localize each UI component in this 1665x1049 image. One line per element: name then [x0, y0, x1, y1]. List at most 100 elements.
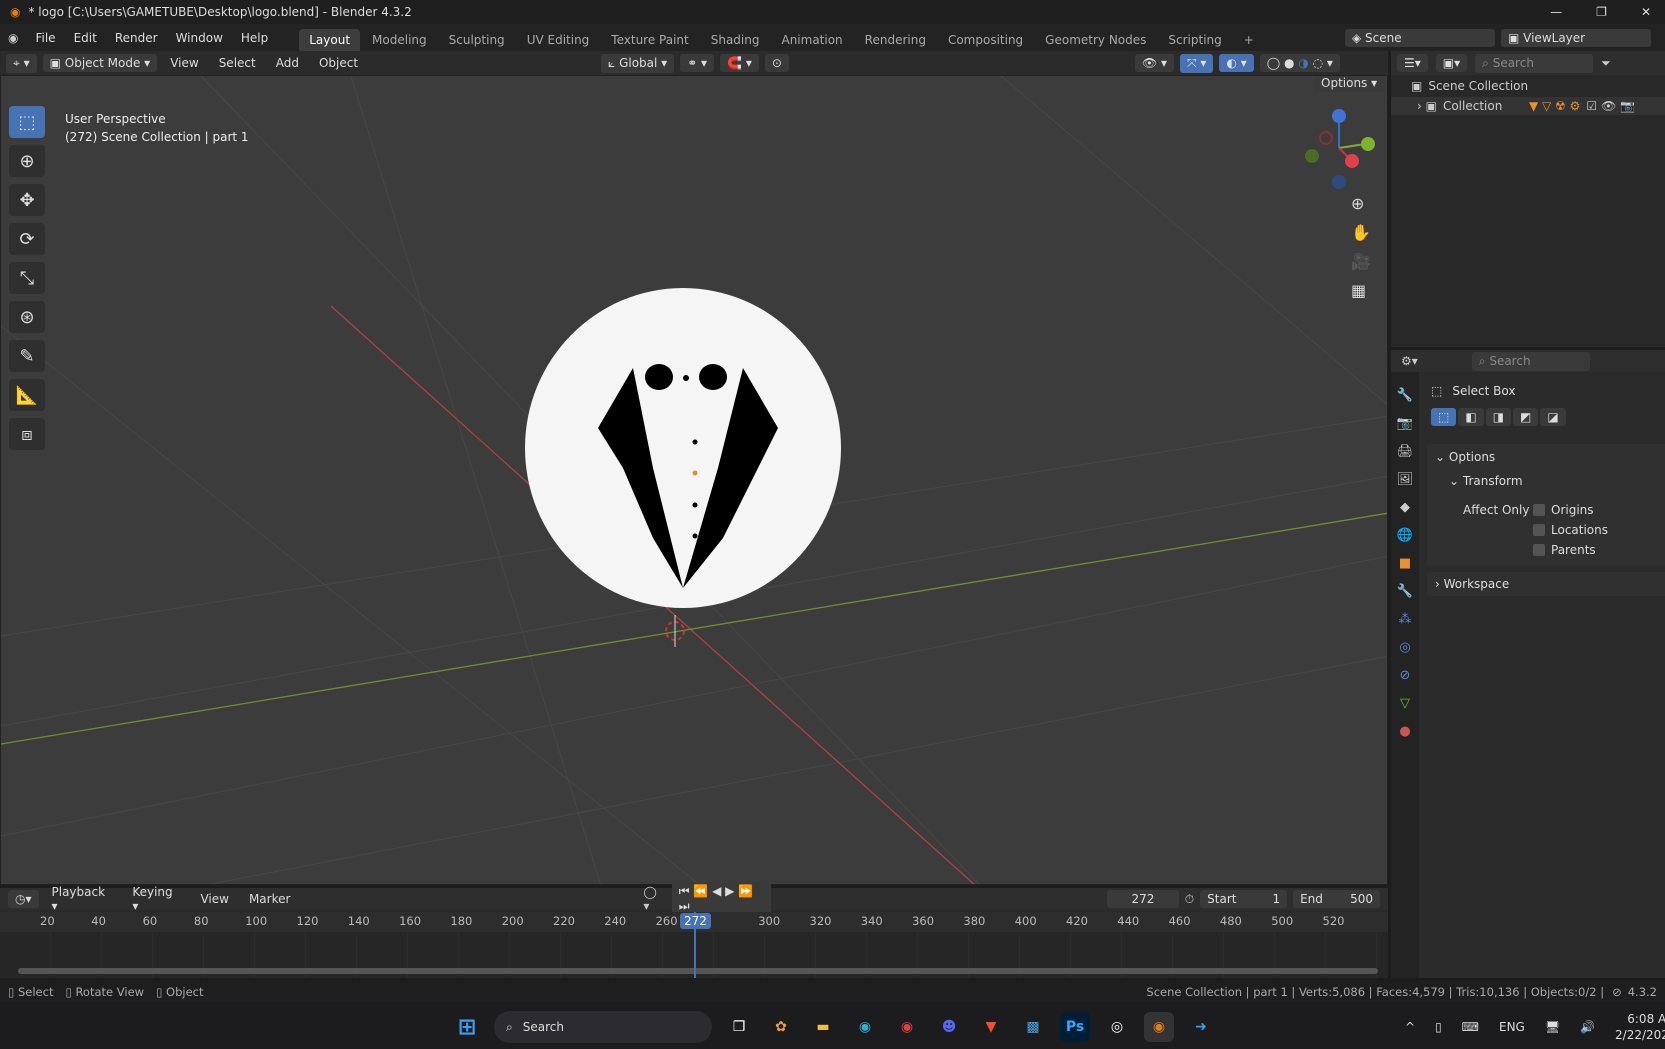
task-view-icon[interactable]: ❐ [724, 1012, 754, 1042]
workspace-panel-header[interactable]: › Workspace [1427, 572, 1665, 596]
menu-window[interactable]: Window [169, 28, 230, 48]
keying-menu[interactable]: Keying ▾ [125, 882, 187, 916]
options-panel-header[interactable]: ⌄ Options [1435, 450, 1657, 464]
taskbar-search[interactable]: ⌕ Search [494, 1011, 712, 1043]
outliner-scene-collection[interactable]: ▣ Scene Collection [1391, 75, 1665, 97]
object-tab-icon[interactable]: ■ [1394, 552, 1416, 574]
parents-checkbox[interactable] [1533, 544, 1545, 556]
annotate-tool-icon[interactable]: ✎ [9, 340, 45, 372]
outliner-collection-row[interactable]: › ▣ Collection ▼ ▽ ☢ ⚙ ☑ 👁 📷 [1391, 97, 1665, 115]
view-layer-tab-icon[interactable]: 🖼 [1394, 468, 1416, 490]
obs-icon[interactable]: ◎ [1102, 1012, 1132, 1042]
tool-tab-icon[interactable]: 🔧 [1394, 384, 1416, 406]
add-cube-tool-icon[interactable]: ⧈ [9, 418, 45, 450]
editor-type-button[interactable]: ⌖ ▾ [6, 53, 37, 73]
scene-tab-icon[interactable]: ◆ [1394, 496, 1416, 518]
scene-selector[interactable]: ◈ Scene [1345, 28, 1495, 47]
origins-checkbox[interactable] [1533, 504, 1545, 516]
proportional-edit-toggle[interactable]: ⊙ [764, 54, 789, 72]
zoom-icon[interactable]: ⊕ [1351, 194, 1371, 213]
timeline-view-menu[interactable]: View [193, 889, 235, 909]
viewlayer-selector[interactable]: ▣ ViewLayer [1501, 28, 1651, 47]
props-editor-type[interactable]: ⚙▾ [1401, 354, 1418, 368]
chrome-icon[interactable]: ◉ [892, 1012, 922, 1042]
language-indicator[interactable]: ENG [1499, 1020, 1525, 1034]
tab-modeling[interactable]: Modeling [362, 29, 437, 51]
3d-viewport[interactable]: ⬚ ⊕ ✥ ⟳ ⤡ ⊛ ✎ 📐 ⧈ User Perspective (272)… [0, 75, 1388, 885]
marker-menu[interactable]: Marker [242, 889, 297, 909]
pan-hand-icon[interactable]: ✋ [1351, 223, 1371, 242]
tray-app-icon[interactable]: ▯ [1435, 1020, 1442, 1034]
file-explorer-icon[interactable]: ▬ [808, 1012, 838, 1042]
show-hidden-icons[interactable]: ^ [1405, 1020, 1415, 1034]
add-workspace-button[interactable]: + [1234, 29, 1264, 51]
gizmo-toggle[interactable]: ⤧ ▾ [1180, 53, 1214, 73]
brave-icon[interactable]: ▼ [976, 1012, 1006, 1042]
modifier-tab-icon[interactable]: 🔧 [1394, 580, 1416, 602]
display-mode-dropdown[interactable]: ▣▾ [1435, 54, 1468, 72]
scale-tool-icon[interactable]: ⤡ [9, 262, 45, 294]
camera-view-icon[interactable]: 🎥 [1351, 252, 1371, 271]
filter-icon[interactable]: ⏷ [1601, 56, 1611, 71]
menu-help[interactable]: Help [234, 28, 275, 48]
autokey-toggle[interactable]: ◯ ▾ [643, 885, 665, 913]
network-icon[interactable]: 🖥 [1545, 1020, 1560, 1034]
start-frame-field[interactable]: Start 1 [1200, 890, 1288, 908]
material-tab-icon[interactable]: ● [1394, 720, 1416, 742]
tab-layout[interactable]: Layout [299, 29, 361, 51]
pivot-dropdown[interactable]: ⚭ ▾ [680, 54, 715, 72]
copilot-icon[interactable]: ✿ [766, 1012, 796, 1042]
volume-icon[interactable]: 🔊 [1580, 1020, 1595, 1034]
minimize-button[interactable]: — [1550, 5, 1562, 19]
photos-icon[interactable]: ▩ [1018, 1012, 1048, 1042]
menu-edit[interactable]: Edit [67, 28, 104, 48]
menu-select[interactable]: Select [212, 53, 263, 73]
tab-rendering[interactable]: Rendering [855, 29, 936, 51]
current-frame-field[interactable]: 272 [1107, 890, 1179, 908]
tab-sculpting[interactable]: Sculpting [439, 29, 515, 51]
outliner-editor-type[interactable]: ☰▾ [1397, 54, 1428, 72]
rotate-tool-icon[interactable]: ⟳ [9, 223, 45, 255]
mode-dropdown[interactable]: ▣ Object Mode ▾ [42, 54, 158, 72]
world-tab-icon[interactable]: 🌐 [1394, 524, 1416, 546]
options-dropdown[interactable]: Options ▾ [1314, 76, 1385, 92]
transform-subpanel-header[interactable]: ⌄ Transform [1435, 464, 1657, 494]
tab-scripting[interactable]: Scripting [1158, 29, 1231, 51]
clock[interactable]: 6:08 AM 2/22/2025 [1615, 1011, 1665, 1043]
overlay-toggle[interactable]: ◐ ▾ [1219, 54, 1254, 72]
physics-tab-icon[interactable]: ◎ [1394, 636, 1416, 658]
selection-mode-buttons[interactable]: ⬚ ◧ ◨ ◩ ◪ [1431, 408, 1566, 426]
menu-file[interactable]: File [28, 28, 62, 48]
move-tool-icon[interactable]: ✥ [9, 184, 45, 216]
tab-geometry-nodes[interactable]: Geometry Nodes [1035, 29, 1156, 51]
timeline-scrollbar[interactable] [18, 968, 1378, 974]
orientation-dropdown[interactable]: ⟀ Global ▾ [601, 53, 675, 73]
menu-render[interactable]: Render [108, 28, 165, 48]
particles-tab-icon[interactable]: ⁂ [1394, 608, 1416, 630]
properties-search[interactable]: ⌕ Search [1471, 351, 1590, 371]
blender-taskbar-icon[interactable]: ◉ [1144, 1012, 1174, 1042]
measure-tool-icon[interactable]: 📐 [9, 379, 45, 411]
tab-texture-paint[interactable]: Texture Paint [601, 29, 698, 51]
data-tab-icon[interactable]: ▽ [1394, 692, 1416, 714]
menu-view[interactable]: View [163, 53, 205, 73]
windows-start-icon[interactable]: ⊞ [452, 1012, 482, 1042]
edge-icon[interactable]: ◉ [850, 1012, 880, 1042]
transform-tool-icon[interactable]: ⊛ [9, 301, 45, 333]
locations-checkbox[interactable] [1533, 524, 1545, 536]
playback-controls[interactable]: ⏮ ⏪ ◀ ▶ ⏩ ⏭ [671, 882, 772, 916]
render-tab-icon[interactable]: 📷 [1394, 412, 1416, 434]
blender-menu-icon[interactable]: ◉ [8, 31, 18, 45]
snap-toggle[interactable]: 🧲 ▾ [720, 54, 759, 72]
discord-icon[interactable]: ☻ [934, 1012, 964, 1042]
output-tab-icon[interactable]: 🖨 [1394, 440, 1416, 462]
select-box-tool-icon[interactable]: ⬚ [9, 106, 45, 138]
visibility-dropdown[interactable]: 👁 ▾ [1134, 54, 1175, 72]
menu-add[interactable]: Add [269, 53, 306, 73]
end-frame-field[interactable]: End 500 [1293, 890, 1381, 908]
outliner-search[interactable]: ⌕ Search [1475, 53, 1594, 73]
ortho-grid-icon[interactable]: ▦ [1351, 281, 1371, 300]
close-button[interactable]: ✕ [1641, 5, 1651, 19]
tab-animation[interactable]: Animation [771, 29, 852, 51]
constraints-tab-icon[interactable]: ⊘ [1394, 664, 1416, 686]
